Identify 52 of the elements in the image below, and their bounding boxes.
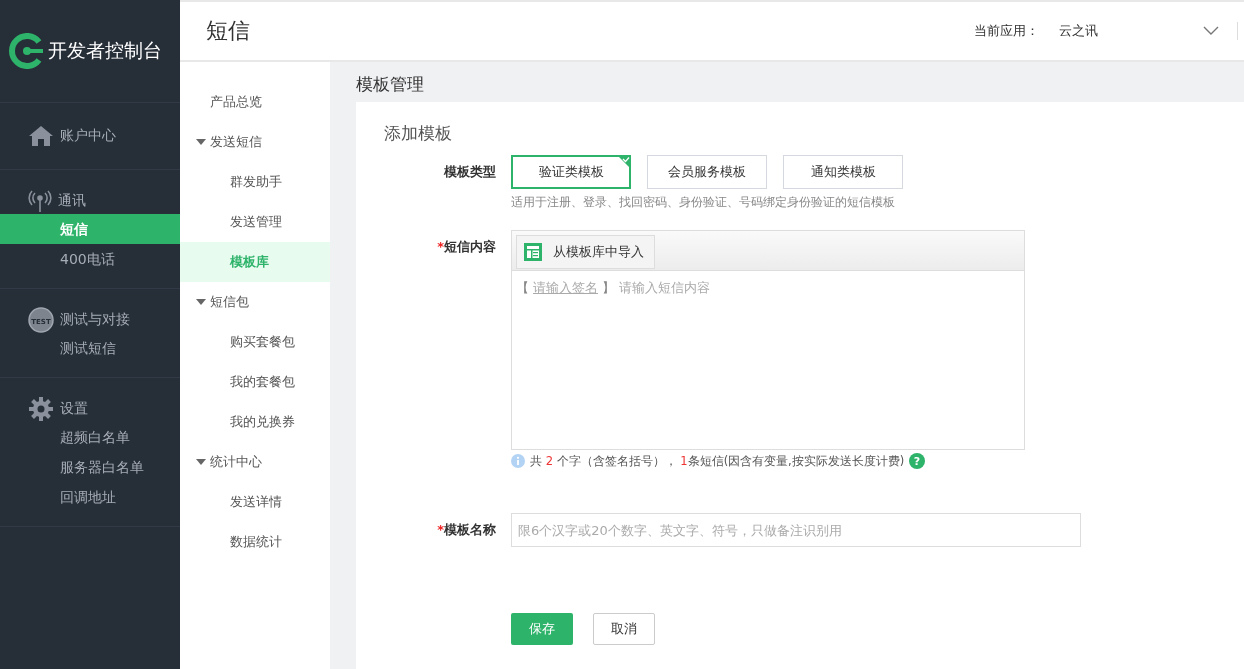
caret-icon xyxy=(196,459,206,465)
caret-icon xyxy=(196,139,206,145)
template-type-option[interactable]: 通知类模板 xyxy=(783,155,903,189)
logo-text: 开发者控制台 xyxy=(48,38,162,63)
nav-group-title[interactable]: 设置 xyxy=(60,400,88,418)
field-label: *短信内容 xyxy=(436,238,497,256)
section-title: 模板管理 xyxy=(356,73,425,96)
template-type-option[interactable]: 会员服务模板 xyxy=(647,155,767,189)
subnav-item[interactable]: 我的套餐包 xyxy=(180,362,330,402)
field-label: 模板类型 xyxy=(442,163,497,181)
settings-icon xyxy=(28,396,54,422)
template-name-field[interactable]: 限6个汉字或20个数字、英文字、符号，只做备注识别用 xyxy=(511,513,1081,547)
check-corner-icon xyxy=(617,155,631,169)
nav-group-title[interactable]: 通讯 xyxy=(58,192,86,210)
sidebar-item[interactable]: 超频白名单 xyxy=(0,422,180,452)
app-dropdown[interactable]: 云之讯 xyxy=(1059,22,1238,40)
antenna-icon xyxy=(28,189,52,213)
sidebar-item[interactable]: 服务器白名单 xyxy=(0,452,180,482)
info-icon xyxy=(511,454,525,468)
sidebar-item[interactable]: 回调地址 xyxy=(0,482,180,512)
content-placeholder: 请输入短信内容 xyxy=(619,279,710,297)
character-count-text: 共 2 个字（含签名括号）， 1条短信(因含有变量,按实际发送长度计费) xyxy=(530,453,905,469)
bracket-text: 【 xyxy=(516,279,529,297)
form-title: 添加模板 xyxy=(384,122,453,145)
subnav-item[interactable]: 我的兑换券 xyxy=(180,402,330,442)
nav-group-title[interactable]: 账户中心 xyxy=(60,127,116,145)
template-type-option[interactable]: 验证类模板 xyxy=(511,155,631,189)
field-label: *模板名称 xyxy=(436,521,497,539)
caret-icon xyxy=(196,299,206,305)
nav-group-title[interactable]: 测试与对接 xyxy=(60,311,130,329)
subnav-item[interactable]: 群发助手 xyxy=(180,162,330,202)
table-icon xyxy=(523,242,543,262)
logo-icon xyxy=(9,33,45,69)
sms-content-editor[interactable]: 从模板库中导入 【 请输入签名 】 请输入短信内容 xyxy=(511,230,1025,450)
sidebar-item[interactable]: 测试短信 xyxy=(0,333,180,363)
sidebar-item[interactable]: 400电话 xyxy=(0,244,180,274)
cancel-button[interactable]: 取消 xyxy=(593,613,655,645)
subnav-item[interactable]: 发送管理 xyxy=(180,202,330,242)
page-header-title: 短信 xyxy=(206,17,250,45)
subnav-item[interactable]: 发送详情 xyxy=(180,482,330,522)
subnav-section[interactable]: 统计中心 xyxy=(180,442,330,482)
type-hint: 适用于注册、登录、找回密码、身份验证、号码绑定身份验证的短信模板 xyxy=(511,195,896,210)
subnav-item[interactable]: 数据统计 xyxy=(180,522,330,562)
home-icon xyxy=(28,125,54,147)
subnav-item[interactable]: 购买套餐包 xyxy=(180,322,330,362)
app-label: 当前应用： xyxy=(974,22,1039,40)
chevron-down-icon xyxy=(1203,26,1219,36)
import-button[interactable]: 从模板库中导入 xyxy=(516,235,655,269)
subnav-section[interactable]: 发送短信 xyxy=(180,122,330,162)
bracket-text: 】 xyxy=(602,279,615,297)
subnav-section[interactable]: 短信包 xyxy=(180,282,330,322)
subnav-item[interactable]: 产品总览 xyxy=(180,82,330,122)
